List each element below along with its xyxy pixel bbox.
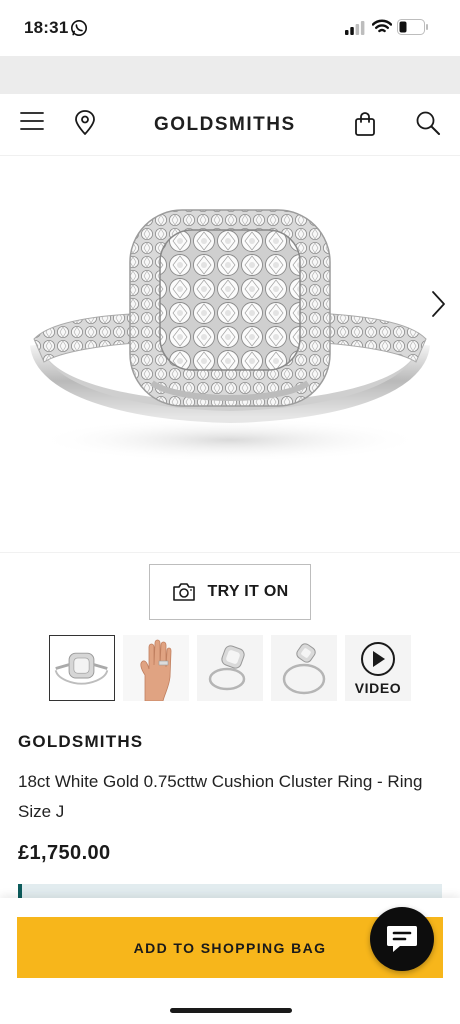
thumbnail-ring-angle[interactable] — [197, 635, 263, 701]
status-time: 18:31 — [24, 18, 69, 37]
try-it-on-label: TRY IT ON — [207, 583, 289, 600]
ring-product-image — [30, 209, 430, 462]
ring-side-thumbnail-image — [282, 643, 326, 695]
ring-front-thumbnail-image — [54, 652, 109, 685]
play-icon — [361, 642, 395, 676]
status-bar: 18:31 — [0, 0, 460, 56]
product-brand: GOLDSMITHS — [18, 732, 144, 751]
wifi-icon — [372, 19, 392, 33]
whatsapp-icon — [71, 20, 87, 36]
carousel-next-arrow-icon[interactable] — [430, 290, 446, 318]
thumbnail-video[interactable]: VIDEO — [345, 635, 411, 701]
thumbnail-ring-on-hand[interactable] — [123, 635, 189, 702]
chat-bubble-icon — [387, 926, 417, 952]
browser-address-band — [0, 56, 460, 94]
shopping-bag-icon[interactable] — [354, 111, 376, 137]
brand-logo[interactable]: GOLDSMITHS — [154, 114, 296, 136]
cellular-signal-icon — [345, 21, 365, 35]
add-to-bag-label: ADD TO SHOPPING BAG — [133, 939, 327, 956]
hand-thumbnail-image — [140, 639, 172, 702]
camera-icon — [172, 583, 195, 601]
battery-icon — [397, 19, 428, 35]
home-indicator — [170, 1008, 292, 1013]
product-price: £1,750.00 — [18, 842, 111, 864]
video-label: VIDEO — [354, 680, 402, 696]
search-icon[interactable] — [415, 110, 441, 136]
hamburger-menu-icon[interactable] — [20, 111, 44, 131]
site-header: GOLDSMITHS — [0, 94, 460, 156]
thumbnail-ring-front[interactable] — [49, 635, 115, 701]
store-locator-icon[interactable] — [74, 110, 96, 136]
product-title: 18ct White Gold 0.75cttw Cushion Cluster… — [18, 772, 423, 821]
live-chat-button[interactable] — [370, 907, 434, 971]
try-it-on-button[interactable]: TRY IT ON — [149, 564, 311, 620]
thumbnail-ring-side[interactable] — [271, 635, 337, 701]
ring-angle-thumbnail-image — [208, 645, 246, 691]
product-image-carousel[interactable] — [0, 157, 460, 553]
